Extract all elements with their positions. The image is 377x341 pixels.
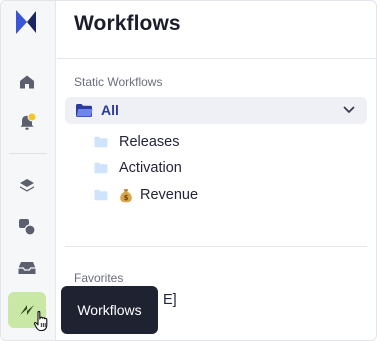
money-bag-icon: $ <box>120 188 132 202</box>
rail-divider <box>9 153 47 154</box>
folder-open-icon <box>76 104 93 117</box>
shapes-icon <box>19 219 36 236</box>
nav-rail <box>1 1 56 340</box>
folder-icon <box>94 162 108 174</box>
inbox-icon <box>18 262 36 274</box>
tree-item-releases[interactable]: Releases <box>94 132 179 152</box>
rail-inbox-button[interactable] <box>13 254 41 282</box>
header-divider <box>57 58 376 59</box>
chevron-down-icon[interactable] <box>343 105 355 115</box>
logo-icon[interactable] <box>14 8 38 36</box>
tree-item-label: Releases <box>119 134 180 150</box>
tree-item-label: Revenue <box>140 187 199 203</box>
page-title: Workflows <box>74 12 181 35</box>
folder-icon <box>94 189 108 201</box>
static-workflows-label: Static Workflows <box>74 75 163 89</box>
tree-item-all[interactable]: All <box>65 97 367 124</box>
app-window: Workflows Static Workflows All Releases … <box>0 0 377 341</box>
tree-item-revenue[interactable]: $ Revenue <box>94 185 198 205</box>
rail-layers-button[interactable] <box>13 171 41 199</box>
section-divider <box>65 246 367 247</box>
tooltip: Workflows <box>61 286 158 334</box>
layers-icon <box>20 179 34 192</box>
hand-cursor-icon <box>33 310 48 332</box>
tooltip-text: Workflows <box>77 302 142 318</box>
rail-shapes-button[interactable] <box>13 213 41 241</box>
tree-item-all-label: All <box>101 102 119 118</box>
rail-home-button[interactable] <box>13 68 41 96</box>
favorite-item[interactable]: E] <box>163 292 177 308</box>
bell-icon <box>20 112 37 130</box>
folder-icon <box>94 136 108 148</box>
favorites-label: Favorites <box>74 271 124 285</box>
tree-item-label: Activation <box>119 160 182 176</box>
svg-text:$: $ <box>124 194 129 202</box>
tree-item-activation[interactable]: Activation <box>94 158 182 178</box>
rail-notifications-button[interactable] <box>13 108 41 136</box>
home-icon <box>20 75 34 89</box>
